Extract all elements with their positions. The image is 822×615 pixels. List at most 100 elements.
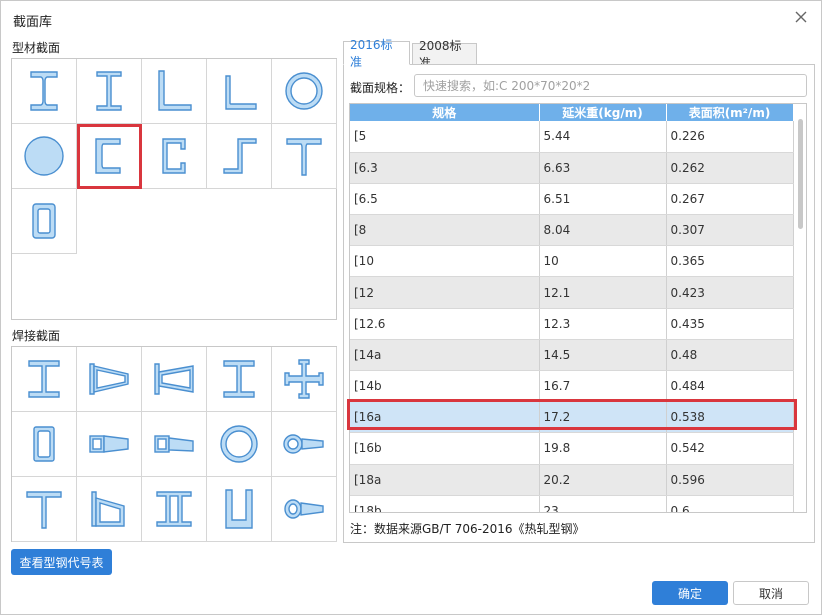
box-taper-icon[interactable] (77, 412, 142, 477)
cell-weight: 17.2 (539, 401, 667, 434)
cell-area: 0.6 (666, 495, 794, 512)
dialog-title: 截面库 (13, 15, 53, 30)
table-row[interactable]: [5 5.44 0.226 (350, 121, 794, 153)
table-row[interactable]: [18b 23 0.6 (350, 495, 794, 512)
cell-weight: 23 (539, 495, 667, 512)
table-row[interactable]: [18a 20.2 0.596 (350, 464, 794, 496)
cell-area: 0.365 (666, 245, 794, 278)
angle-unequal-icon[interactable] (207, 59, 272, 124)
table-row[interactable]: [6.3 6.63 0.262 (350, 152, 794, 184)
table-row[interactable]: [14a 14.5 0.48 (350, 339, 794, 372)
rect-tube-icon[interactable] (12, 189, 77, 254)
profile-section-grid (11, 58, 337, 320)
weld-section-label: 焊接截面 (12, 329, 61, 343)
table-row[interactable]: [10 10 0.365 (350, 245, 794, 278)
table-scrollbar[interactable] (796, 119, 804, 511)
cell-area: 0.538 (666, 401, 794, 434)
ok-button[interactable]: 确定 (652, 581, 728, 605)
cell-area: 0.48 (666, 339, 794, 372)
t-section-icon[interactable] (272, 124, 337, 189)
table-row[interactable]: [14b 16.7 0.484 (350, 370, 794, 403)
cell-spec: [16a (350, 401, 540, 434)
cell-weight: 14.5 (539, 339, 667, 372)
tapered-i-beam-right-icon[interactable] (142, 347, 207, 412)
box-taper-2-icon[interactable] (142, 412, 207, 477)
i-beam-narrow-icon[interactable] (77, 59, 142, 124)
cell-area: 0.423 (666, 276, 794, 309)
cell-area: 0.307 (666, 214, 794, 247)
round-bar-icon[interactable] (12, 124, 77, 189)
table-header-row: 规格 延米重(kg/m) 表面积(m²/m) (350, 104, 794, 121)
cell-weight: 20.2 (539, 464, 667, 496)
pipe-taper-icon[interactable] (272, 412, 337, 477)
cell-area: 0.542 (666, 432, 794, 465)
welded-t-icon[interactable] (12, 477, 77, 542)
cross-section-icon[interactable] (272, 347, 337, 412)
spec-table: 规格 延米重(kg/m) 表面积(m²/m) [5 5.44 0.226 [6.3 6… (349, 103, 807, 513)
cell-spec: [14b (350, 370, 540, 403)
header-spec: 规格 (350, 104, 540, 121)
cell-spec: [14a (350, 339, 540, 372)
i-beam-icon[interactable] (12, 59, 77, 124)
pipe-icon[interactable] (272, 59, 337, 124)
angle-equal-icon[interactable] (142, 59, 207, 124)
u-section-icon[interactable] (207, 477, 272, 542)
cell-spec: [12.6 (350, 308, 540, 340)
cell-weight: 5.44 (539, 121, 667, 153)
search-label: 截面规格： (350, 81, 411, 95)
tab-2008-standard[interactable]: 2008标准 (412, 39, 477, 70)
cell-spec: [10 (350, 245, 540, 278)
tab-2016-standard[interactable]: 2016标准 (343, 38, 410, 69)
cell-spec: [16b (350, 432, 540, 465)
cell-weight: 6.51 (539, 183, 667, 216)
cell-spec: [8 (350, 214, 540, 247)
table-row[interactable]: [6.5 6.51 0.267 (350, 183, 794, 216)
header-weight: 延米重(kg/m) (539, 104, 667, 121)
cell-weight: 12.3 (539, 308, 667, 340)
cell-area: 0.484 (666, 370, 794, 403)
cell-spec: [18b (350, 495, 540, 512)
table-row-selected[interactable]: [16a 17.2 0.538 (350, 401, 794, 434)
table-row[interactable]: [12.6 12.3 0.435 (350, 308, 794, 340)
cell-weight: 12.1 (539, 276, 667, 309)
scrollbar-thumb[interactable] (798, 119, 803, 229)
welded-h-beam-icon[interactable] (207, 347, 272, 412)
cell-weight: 6.63 (539, 152, 667, 184)
welded-box-icon[interactable] (12, 412, 77, 477)
cell-area: 0.262 (666, 152, 794, 184)
c-lipped-icon[interactable] (142, 124, 207, 189)
welded-pipe-icon[interactable] (207, 412, 272, 477)
cell-area: 0.435 (666, 308, 794, 340)
cancel-button[interactable]: 取消 (733, 581, 809, 605)
welded-i-beam-icon[interactable] (12, 347, 77, 412)
search-input[interactable] (414, 74, 807, 97)
cell-weight: 10 (539, 245, 667, 278)
cell-area: 0.226 (666, 121, 794, 153)
view-codes-button[interactable]: 查看型钢代号表 (11, 549, 112, 575)
cell-spec: [12 (350, 276, 540, 309)
table-row[interactable]: [12 12.1 0.423 (350, 276, 794, 309)
z-section-icon[interactable] (207, 124, 272, 189)
double-channel-icon[interactable] (142, 477, 207, 542)
tapered-t-icon[interactable] (77, 477, 142, 542)
table-row[interactable]: [8 8.04 0.307 (350, 214, 794, 247)
weld-section-grid (11, 346, 337, 542)
cell-spec: [5 (350, 121, 540, 153)
cell-spec: [18a (350, 464, 540, 496)
close-icon[interactable] (791, 7, 811, 27)
channel-icon[interactable] (77, 124, 142, 189)
cell-weight: 8.04 (539, 214, 667, 247)
data-source-note: 注：数据来源GB/T 706-2016《热轧型钢》 (350, 522, 585, 536)
header-area: 表面积(m²/m) (666, 104, 794, 121)
cell-area: 0.267 (666, 183, 794, 216)
ellipse-taper-icon[interactable] (272, 477, 337, 542)
cell-spec: [6.5 (350, 183, 540, 216)
cell-area: 0.596 (666, 464, 794, 496)
cell-spec: [6.3 (350, 152, 540, 184)
tapered-i-beam-left-icon[interactable] (77, 347, 142, 412)
profile-section-label: 型材截面 (12, 41, 61, 55)
section-library-dialog: 截面库 型材截面 焊接截面 查看型钢代号表 2016标准 2008标准 截面规格… (0, 0, 822, 615)
cell-weight: 19.8 (539, 432, 667, 465)
cell-weight: 16.7 (539, 370, 667, 403)
table-row[interactable]: [16b 19.8 0.542 (350, 432, 794, 465)
